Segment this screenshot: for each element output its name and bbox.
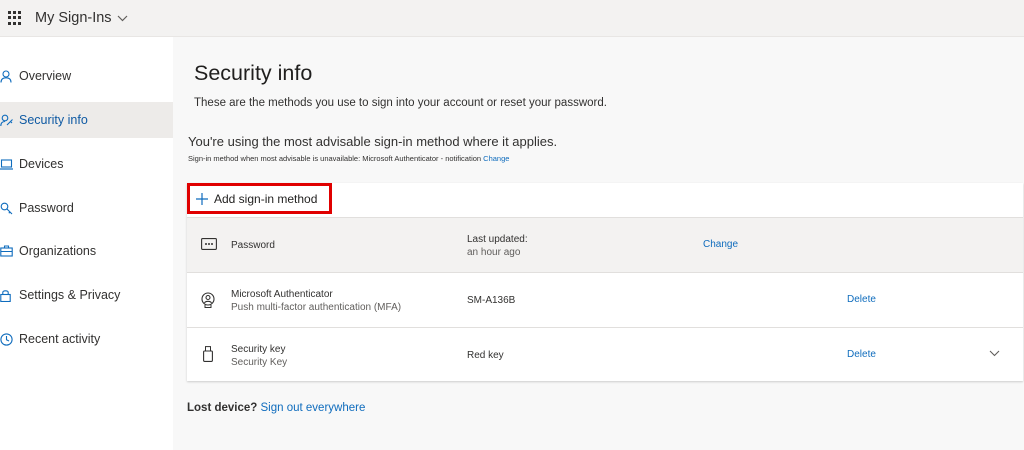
sidebar-item-label: Organizations — [19, 244, 97, 258]
page-title: Security info — [194, 61, 313, 85]
sidebar: Overview Security info Devices Password … — [0, 37, 173, 450]
sidebar-item-devices[interactable]: Devices — [0, 146, 173, 182]
delete-authenticator-link[interactable]: Delete — [847, 294, 876, 305]
method-subtitle: Push multi-factor authentication (MFA) — [231, 302, 402, 313]
sidebar-item-label: Settings & Privacy — [19, 288, 121, 302]
lost-device-label: Lost device? — [187, 402, 258, 414]
sidebar-item-label: Recent activity — [19, 332, 101, 346]
sidebar-item-organizations[interactable]: Organizations — [0, 233, 173, 269]
sidebar-item-security-info[interactable]: Security info — [0, 102, 173, 138]
sidebar-item-password[interactable]: Password — [0, 190, 173, 226]
key-name: Red key — [467, 350, 504, 361]
method-name: Password — [231, 240, 275, 251]
app-launcher-icon[interactable] — [8, 11, 22, 25]
last-updated-label: Last updated: — [467, 234, 528, 245]
page-description: These are the methods you use to sign in… — [194, 97, 607, 109]
add-sign-in-method-label: Add sign-in method — [214, 191, 318, 206]
app-title-menu[interactable]: My Sign-Ins — [35, 10, 128, 26]
sidebar-item-settings-privacy[interactable]: Settings & Privacy — [0, 277, 173, 313]
advisable-fallback: Sign-in method when most advisable is un… — [188, 154, 509, 163]
app-title: My Sign-Ins — [35, 10, 112, 26]
briefcase-icon — [0, 244, 14, 258]
lock-icon — [0, 288, 14, 302]
methods-card: Add sign-in method Password Last updated… — [187, 183, 1023, 381]
main-content: Security info These are the methods you … — [173, 37, 1024, 450]
method-name-block: Security key Security Key — [231, 343, 287, 369]
password-dots-icon — [201, 238, 217, 250]
advisable-fallback-text: Sign-in method when most advisable is un… — [188, 154, 482, 163]
authenticator-icon — [201, 292, 215, 308]
method-name: Microsoft Authenticator — [231, 289, 333, 300]
delete-security-key-link[interactable]: Delete — [847, 349, 876, 360]
usb-key-icon — [203, 346, 213, 362]
sidebar-item-label: Security info — [19, 113, 88, 127]
key-icon — [0, 201, 14, 215]
sidebar-item-recent-activity[interactable]: Recent activity — [0, 321, 173, 357]
laptop-icon — [0, 157, 14, 171]
method-row-password: Password Last updated: an hour ago Chang… — [187, 217, 1023, 272]
change-password-link[interactable]: Change — [703, 239, 738, 250]
person-icon — [0, 69, 14, 83]
method-name: Security key — [231, 344, 286, 355]
sidebar-item-label: Devices — [19, 157, 64, 171]
sign-out-everywhere-link[interactable]: Sign out everywhere — [261, 402, 366, 414]
method-row-security-key: Security key Security Key Red key Delete — [187, 327, 1023, 381]
device-name: SM-A136B — [467, 295, 516, 306]
chevron-down-icon — [117, 15, 127, 21]
method-name-block: Microsoft Authenticator Push multi-facto… — [231, 288, 401, 314]
plus-icon — [196, 192, 208, 205]
clock-icon — [0, 332, 14, 346]
sidebar-item-overview[interactable]: Overview — [0, 58, 173, 94]
method-subtitle: Security Key — [231, 357, 288, 368]
chevron-down-icon[interactable] — [989, 350, 1000, 357]
last-updated-value: an hour ago — [467, 247, 521, 258]
sidebar-item-label: Password — [19, 201, 74, 215]
sidebar-item-label: Overview — [19, 69, 72, 83]
change-default-method-link[interactable]: Change — [483, 154, 509, 163]
person-key-icon — [0, 113, 14, 127]
advisable-status: You're using the most advisable sign-in … — [188, 134, 558, 149]
top-bar: My Sign-Ins — [0, 0, 1024, 37]
add-sign-in-method-button[interactable]: Add sign-in method — [187, 183, 332, 214]
lost-device: Lost device? Sign out everywhere — [187, 402, 365, 414]
method-row-authenticator: Microsoft Authenticator Push multi-facto… — [187, 272, 1023, 327]
method-detail: Last updated: an hour ago — [467, 233, 528, 259]
